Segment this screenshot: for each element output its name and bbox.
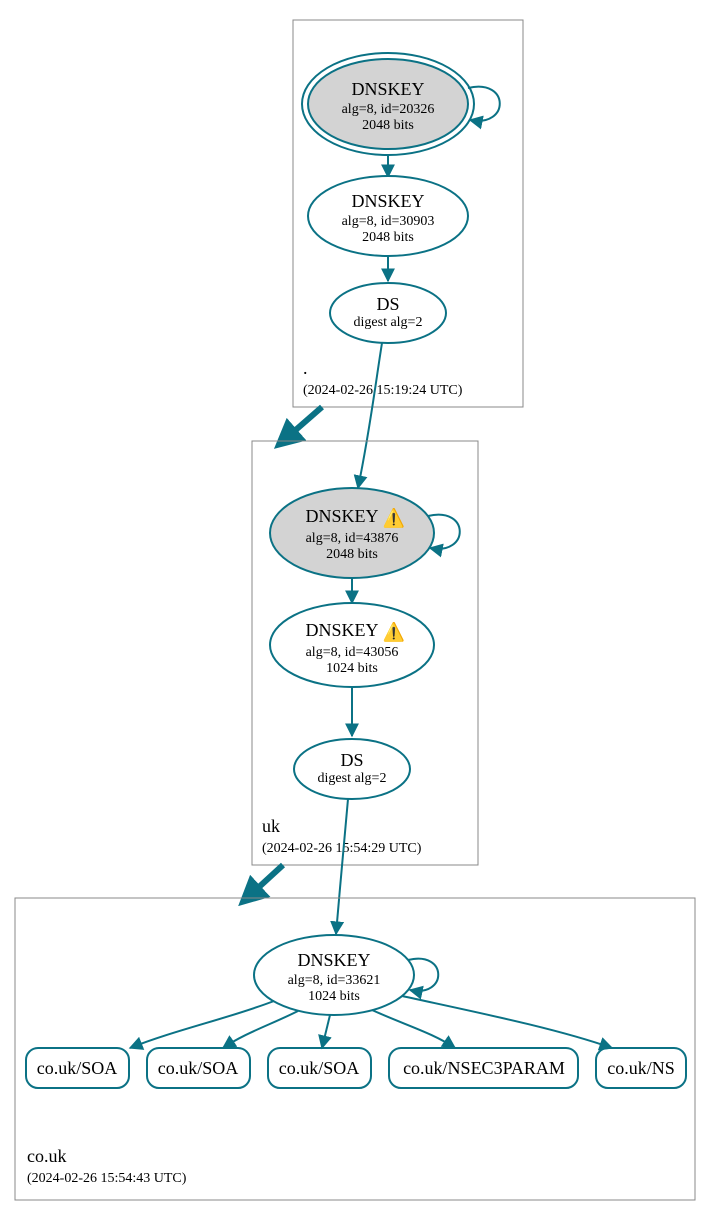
node-uk-ksk: DNSKEY ⚠️ alg=8, id=43876 2048 bits — [270, 488, 434, 578]
zone-uk-label: uk — [262, 816, 280, 836]
node-uk-zsk: DNSKEY ⚠️ alg=8, id=43056 1024 bits — [270, 603, 434, 687]
uk-zsk-title: DNSKEY — [305, 620, 378, 640]
root-ksk-line1: alg=8, id=20326 — [342, 102, 435, 117]
edge-couk-to-soa1 — [130, 1001, 274, 1048]
node-couk-soa-3: co.uk/SOA — [268, 1048, 371, 1088]
uk-ds-line1: digest alg=2 — [318, 771, 387, 786]
leaf-nsec3-text: co.uk/NSEC3PARAM — [403, 1058, 565, 1078]
root-zsk-title: DNSKEY — [351, 191, 424, 211]
node-root-ds: DS digest alg=2 — [330, 283, 446, 343]
node-root-zsk: DNSKEY alg=8, id=30903 2048 bits — [308, 176, 468, 256]
warning-icon: ⚠️ — [383, 507, 405, 528]
edge-zone-uk-to-couk — [247, 865, 283, 898]
root-ds-line1: digest alg=2 — [354, 315, 423, 330]
uk-ksk-title: DNSKEY — [305, 506, 378, 526]
couk-dnskey-line2: 1024 bits — [308, 989, 360, 1004]
zone-couk-label: co.uk — [27, 1146, 67, 1166]
leaf-soa2-text: co.uk/SOA — [158, 1058, 239, 1078]
node-couk-ns: co.uk/NS — [596, 1048, 686, 1088]
couk-dnskey-title: DNSKEY — [297, 950, 370, 970]
uk-ksk-line1: alg=8, id=43876 — [306, 531, 399, 546]
node-couk-dnskey: DNSKEY alg=8, id=33621 1024 bits — [254, 935, 414, 1015]
warning-icon: ⚠️ — [383, 621, 405, 642]
node-couk-soa-1: co.uk/SOA — [26, 1048, 129, 1088]
zone-root-label: . — [303, 358, 308, 378]
dnssec-diagram: DNSKEY alg=8, id=20326 2048 bits DNSKEY … — [0, 0, 711, 1219]
edge-couk-to-soa2 — [223, 1011, 298, 1048]
leaf-soa3-text: co.uk/SOA — [279, 1058, 360, 1078]
edge-zone-root-to-uk — [283, 407, 322, 441]
uk-zsk-line1: alg=8, id=43056 — [306, 645, 399, 660]
root-zsk-line2: 2048 bits — [362, 230, 414, 245]
node-couk-soa-2: co.uk/SOA — [147, 1048, 250, 1088]
node-root-ksk: DNSKEY alg=8, id=20326 2048 bits — [302, 53, 474, 155]
couk-dnskey-line1: alg=8, id=33621 — [288, 973, 381, 988]
edge-couk-to-nsec3 — [372, 1010, 455, 1048]
root-ksk-line2: 2048 bits — [362, 118, 414, 133]
zone-root-timestamp: (2024-02-26 15:19:24 UTC) — [303, 383, 463, 398]
edge-couk-to-soa3 — [322, 1015, 330, 1048]
root-zsk-line1: alg=8, id=30903 — [342, 214, 435, 229]
edge-couk-to-ns — [402, 996, 612, 1048]
node-uk-ds: DS digest alg=2 — [294, 739, 410, 799]
root-ksk-title: DNSKEY — [351, 79, 424, 99]
leaf-soa1-text: co.uk/SOA — [37, 1058, 118, 1078]
edge-uk-ds-to-couk-dnskey — [336, 799, 348, 934]
uk-ksk-line2: 2048 bits — [326, 547, 378, 562]
uk-ds-title: DS — [340, 750, 363, 770]
root-ds-title: DS — [376, 294, 399, 314]
node-couk-nsec3param: co.uk/NSEC3PARAM — [389, 1048, 578, 1088]
uk-zsk-line2: 1024 bits — [326, 661, 378, 676]
edge-root-ds-to-uk-ksk — [358, 343, 382, 488]
zone-couk-timestamp: (2024-02-26 15:54:43 UTC) — [27, 1171, 187, 1186]
leaf-ns-text: co.uk/NS — [607, 1058, 675, 1078]
zone-uk-timestamp: (2024-02-26 15:54:29 UTC) — [262, 841, 422, 856]
